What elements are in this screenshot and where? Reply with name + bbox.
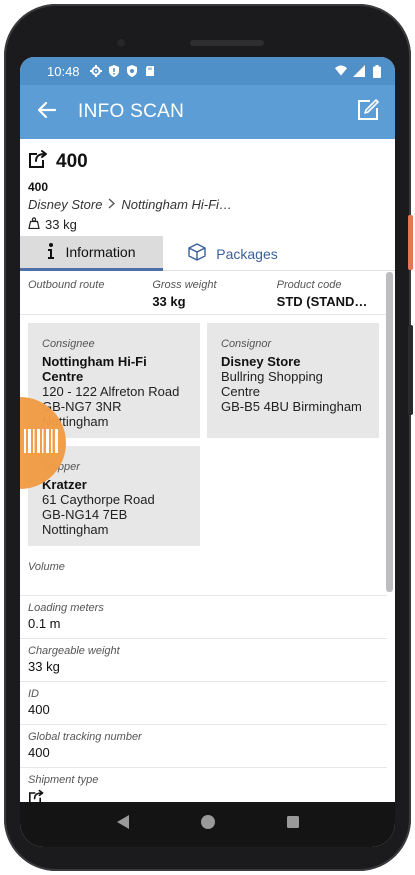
- tab-packages[interactable]: Packages: [163, 236, 303, 271]
- page-title: INFO SCAN: [78, 101, 185, 122]
- edit-button[interactable]: [345, 85, 391, 139]
- consignee-name: Nottingham Hi-Fi Centre: [42, 354, 147, 384]
- route-destination: Nottingham Hi-Fi…: [121, 197, 232, 212]
- gross-weight-value: 33 kg: [152, 294, 186, 309]
- volume-button: [408, 325, 413, 415]
- front-camera: [114, 36, 128, 50]
- consignee-label: Consignee: [42, 338, 95, 350]
- shipper-name: Kratzer: [42, 477, 87, 492]
- volume-field: Volume: [20, 545, 387, 596]
- product-code-label: Product code: [276, 279, 342, 291]
- product-code-cell: Product code STD (STAND…: [262, 271, 387, 314]
- summary-row: Outbound route Gross weight 33 kg Produc…: [20, 271, 387, 315]
- weight-value: 33 kg: [45, 217, 77, 232]
- wifi-icon: [335, 65, 347, 77]
- status-time: 10:48: [47, 63, 80, 79]
- power-button: [408, 215, 413, 270]
- global-tracking-value: 400: [28, 745, 50, 760]
- battery-icon: [371, 64, 383, 78]
- consignor-label: Consignor: [221, 338, 272, 350]
- box-icon: [188, 243, 206, 264]
- barcode-icon: [24, 428, 58, 458]
- nav-home-button[interactable]: [198, 815, 218, 835]
- tab-packages-label: Packages: [216, 245, 278, 262]
- id-value: 400: [28, 702, 50, 717]
- tab-information[interactable]: Information: [20, 236, 163, 271]
- gross-weight-label: Gross weight: [152, 279, 217, 291]
- shipment-type-field: Shipment type: [20, 768, 387, 802]
- consignee-line2: GB-NG7 3NR: [42, 399, 122, 414]
- shipment-weight: 33 kg: [28, 217, 387, 232]
- route-origin: Disney Store: [28, 197, 103, 212]
- consignee-line1: 120 - 122 Alfreton Road: [42, 384, 180, 399]
- consignor-line1: Bullring Shopping Centre: [221, 369, 323, 399]
- shipment-header: 400 400 Disney Store Nottingham Hi-Fi… 3…: [20, 139, 395, 235]
- id-field: ID 400: [20, 682, 387, 725]
- edit-note-icon: [357, 98, 379, 126]
- circle-home-icon: [200, 814, 216, 835]
- shipment-subtitle: 400: [28, 180, 49, 194]
- id-label: ID: [28, 688, 39, 700]
- shipment-type-label: Shipment type: [28, 774, 99, 786]
- nav-back-button[interactable]: [113, 815, 133, 835]
- shipment-title: 400: [56, 150, 88, 172]
- consignor-card: Consignor Disney Store Bullring Shopping…: [207, 323, 379, 438]
- information-content[interactable]: Outbound route Gross weight 33 kg Produc…: [20, 271, 387, 802]
- outbound-route-cell: Outbound route: [20, 271, 138, 314]
- square-recents-icon: [286, 815, 300, 834]
- info-icon: [47, 242, 55, 262]
- arrow-left-icon: [37, 101, 57, 123]
- outbound-route-label: Outbound route: [28, 279, 105, 291]
- signal-icon: [353, 65, 365, 77]
- global-tracking-field: Global tracking number 400: [20, 725, 387, 768]
- app-bar: INFO SCAN: [20, 85, 395, 139]
- loading-meters-label: Loading meters: [28, 602, 104, 614]
- product-code-value: STD (STAND…: [276, 294, 368, 309]
- tab-information-label: Information: [65, 244, 136, 260]
- system-nav-bar: [20, 802, 395, 847]
- status-bar: 10:48: [20, 57, 395, 85]
- tab-bar: Information Packages: [20, 236, 395, 271]
- chargeable-weight-field: Chargeable weight 33 kg: [20, 639, 387, 682]
- consignor-name: Disney Store: [221, 354, 301, 369]
- consignor-line2: GB-B5 4BU Birmingham: [221, 399, 362, 414]
- sd-card-icon: [144, 65, 156, 77]
- alert-shield-icon: [108, 65, 120, 77]
- shipper-line2: GB-NG14 7EB: [42, 507, 128, 522]
- chargeable-weight-value: 33 kg: [28, 659, 60, 674]
- earpiece-speaker: [190, 40, 264, 46]
- shipper-line1: 61 Caythorpe Road: [42, 492, 155, 507]
- address-cards: Consignee Nottingham Hi-Fi Centre 120 - …: [20, 315, 387, 546]
- scrollbar[interactable]: [386, 272, 393, 592]
- shipper-line3: Nottingham: [42, 522, 109, 537]
- back-button[interactable]: [22, 85, 72, 139]
- consignee-line3: Nottingham: [42, 414, 109, 429]
- security-shield-icon: [126, 65, 138, 77]
- global-tracking-label: Global tracking number: [28, 731, 142, 743]
- chargeable-weight-label: Chargeable weight: [28, 645, 120, 657]
- weight-icon: [28, 217, 40, 232]
- volume-label: Volume: [28, 561, 65, 573]
- gear-icon: [89, 65, 102, 77]
- shipment-type-icon: [28, 789, 379, 802]
- shipper-label: Shipper: [42, 461, 80, 473]
- shipment-arrow-icon: [28, 149, 50, 174]
- screen: 10:48 INFO SCAN 400 400 Disney Store Not…: [20, 57, 395, 847]
- loading-meters-value: 0.1 m: [28, 616, 61, 631]
- shipment-route: Disney Store Nottingham Hi-Fi…: [28, 197, 387, 212]
- triangle-back-icon: [116, 814, 130, 835]
- chevron-right-icon: [108, 197, 116, 212]
- gross-weight-cell: Gross weight 33 kg: [138, 271, 262, 314]
- nav-recents-button[interactable]: [283, 815, 303, 835]
- loading-meters-field: Loading meters 0.1 m: [20, 596, 387, 639]
